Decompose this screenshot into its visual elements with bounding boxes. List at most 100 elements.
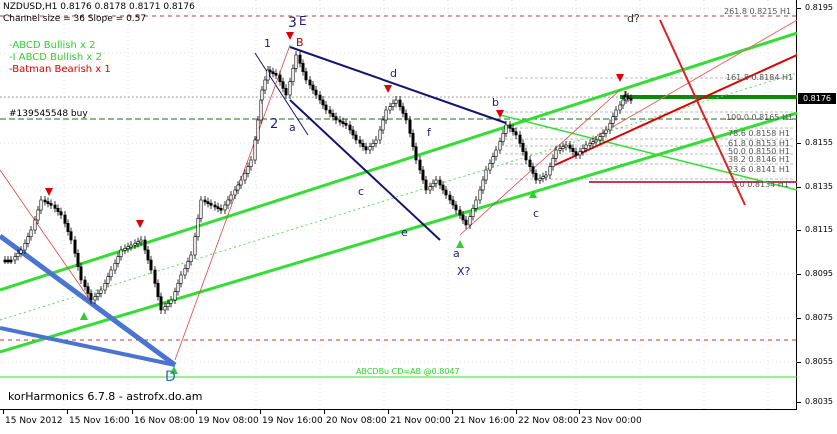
candle-body: [584, 144, 588, 149]
candle-body: [103, 283, 107, 291]
candle-body: [243, 173, 247, 181]
navy-trend-line: [289, 99, 441, 241]
y-tick-label: 0.8095: [805, 269, 833, 278]
wave-label: c: [533, 207, 540, 220]
candle-body: [196, 218, 200, 237]
candle-body: [129, 244, 133, 248]
candle-body: [93, 296, 97, 301]
y-tick-label: 0.8135: [805, 182, 833, 191]
candle-body: [588, 143, 592, 146]
candle-body: [274, 73, 278, 76]
candle-body: [209, 203, 213, 206]
candle-body: [626, 96, 630, 99]
red-thin-line: [0, 169, 91, 301]
candle-body: [308, 79, 312, 86]
candle-body: [3, 259, 7, 263]
wave-label: b: [492, 96, 499, 109]
candle-body: [338, 119, 342, 123]
x-tick-mark: [579, 410, 580, 414]
down-arrow-marker: [286, 32, 294, 40]
x-tick-mark: [452, 410, 453, 414]
candle-body: [611, 116, 615, 124]
candle-body: [411, 133, 415, 147]
candle-body: [381, 119, 385, 131]
candle-body: [561, 146, 565, 149]
candle-body: [368, 146, 372, 151]
fib-level-label: 161.8 0.8184 H1: [726, 73, 794, 82]
candle-body: [574, 151, 578, 156]
candle-body: [374, 139, 378, 144]
fib-level-label: 23.6 0.8141 H1: [728, 165, 790, 174]
candle-body: [618, 104, 622, 111]
candle-body: [461, 214, 465, 221]
candle-body: [294, 54, 298, 69]
fib-level-label: 0.0 0.8134 H1: [732, 180, 789, 189]
x-tick-mark: [324, 410, 325, 414]
wave-label: 3: [288, 15, 297, 31]
candle-body: [136, 241, 140, 244]
candle-body: [143, 239, 147, 251]
candle-body: [126, 246, 130, 249]
x-tick-label: 19 Nov 16:00: [262, 416, 323, 426]
candle-body: [249, 159, 253, 167]
current-price-badge: 0.8176: [798, 93, 836, 104]
y-tick-label: 0.8075: [805, 313, 833, 322]
wave-label: e: [401, 226, 408, 239]
candle-body: [578, 151, 582, 156]
candle-body: [6, 259, 10, 263]
candle-body: [558, 148, 562, 151]
candle-body: [491, 156, 495, 164]
price-chart-svg: [0, 0, 797, 410]
candle-body: [484, 169, 488, 181]
x-tick-label: 20 Nov 08:00: [326, 416, 387, 426]
candle-body: [239, 179, 243, 186]
y-tick-label: 0.8155: [805, 138, 833, 147]
candle-body: [524, 151, 528, 161]
candle-body: [153, 269, 157, 284]
candle-body: [398, 99, 402, 107]
candle-body: [163, 306, 167, 311]
wave-label: f: [427, 126, 431, 139]
candle-body: [183, 268, 187, 276]
candle-body: [521, 143, 525, 152]
candle-body: [621, 99, 625, 106]
candle-body: [73, 239, 77, 254]
candle-body: [116, 256, 120, 264]
candle-body: [56, 208, 60, 212]
candle-body: [358, 139, 362, 144]
wave-label: B: [296, 36, 304, 49]
candle-body: [394, 99, 398, 104]
legend-i-abcd-bullish: -I ABCD Bullish x 2: [9, 52, 102, 63]
candle-body: [571, 148, 575, 152]
candle-body: [23, 243, 27, 251]
candle-body: [614, 109, 618, 117]
wave-label: X?: [457, 265, 471, 278]
y-tick-mark: [797, 187, 801, 188]
candle-body: [384, 109, 388, 121]
candle-body: [534, 173, 538, 181]
candle-body: [26, 236, 30, 244]
candle-body: [229, 194, 233, 201]
candle-body: [219, 208, 223, 211]
candle-body: [481, 179, 485, 191]
x-tick-mark: [516, 410, 517, 414]
down-arrow-marker: [496, 110, 504, 118]
candle-body: [301, 63, 305, 72]
y-tick-mark: [797, 318, 801, 319]
candle-body: [66, 223, 70, 232]
y-tick-mark: [797, 8, 801, 9]
down-arrow-marker: [384, 85, 392, 93]
candle-body: [448, 194, 452, 201]
candle-body: [504, 124, 508, 134]
candle-body: [608, 123, 612, 131]
candle-body: [604, 129, 608, 134]
chart-plot-area[interactable]: NZDUSD,H1 0.8176 0.8178 0.8171 0.8176 Ch…: [0, 0, 797, 410]
price-axis[interactable]: 0.8195 0.8155 0.8135 0.8115 0.8095 0.8075 0.80…: [797, 0, 837, 410]
wave-label: d: [390, 67, 397, 80]
time-axis[interactable]: 15 Nov 2012 15 Nov 16:00 16 Nov 08:00 19 No…: [0, 410, 797, 434]
candle-body: [414, 146, 418, 161]
candle-body: [159, 296, 163, 311]
candle-body: [438, 179, 442, 186]
candle-body: [388, 106, 392, 111]
candle-body: [424, 179, 428, 191]
